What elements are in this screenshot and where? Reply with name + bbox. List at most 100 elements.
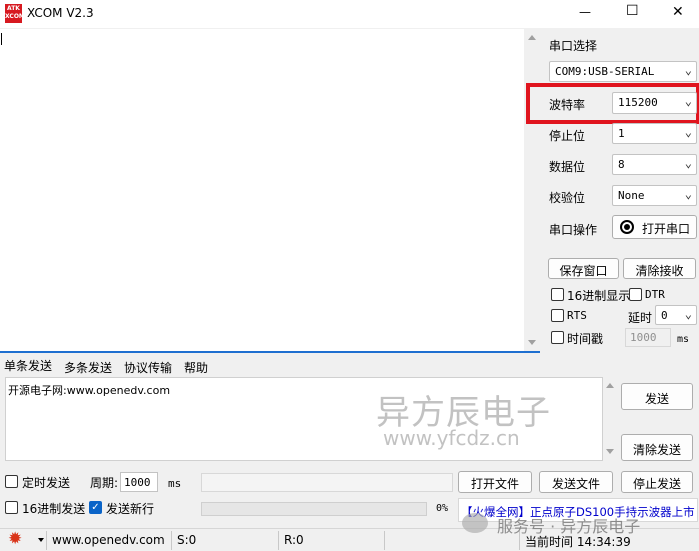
delay-value: 0	[661, 309, 668, 322]
chevron-down-icon: ⌄	[684, 125, 692, 139]
chevron-down-icon: ⌄	[684, 156, 692, 170]
app-logo: ATK XCOM	[5, 4, 25, 23]
clear-receive-button[interactable]: 清除接收	[623, 258, 696, 279]
port-select-label: 串口选择	[549, 39, 598, 53]
baud-rate-value: 115200	[618, 96, 658, 109]
title-bar: ATK XCOM XCOM V2.3 — ☐ ✕	[0, 0, 699, 28]
port-select[interactable]: COM9:USB-SERIAL ⌄	[549, 61, 697, 82]
open-port-button[interactable]: 打开串口	[612, 215, 697, 239]
scroll-up-icon[interactable]	[606, 383, 614, 388]
receive-scrollbar[interactable]	[524, 29, 540, 351]
timed-send-label: 定时发送	[22, 476, 71, 490]
save-window-label: 保存窗口	[559, 264, 608, 278]
timestamp-unit: ms	[677, 334, 690, 345]
send-text: 开源电子网:www.openedv.com	[8, 384, 171, 397]
port-select-value: COM9:USB-SERIAL	[555, 65, 655, 78]
status-divider	[384, 531, 385, 550]
parity-value: None	[618, 189, 645, 202]
dtr-label: DTR	[645, 288, 665, 301]
scroll-down-icon[interactable]	[528, 340, 536, 345]
baud-rate-select[interactable]: 115200 ⌄	[612, 92, 697, 114]
tab-multi-send[interactable]: 多条发送	[64, 359, 112, 376]
chevron-down-icon: ⌄	[684, 63, 692, 77]
baud-rate-label: 波特率	[549, 98, 586, 112]
open-file-label: 打开文件	[470, 477, 519, 491]
stop-bit-value: 1	[618, 127, 625, 140]
gear-icon[interactable]: ✹	[8, 530, 22, 548]
send-scrollbar[interactable]	[603, 377, 616, 461]
timestamp-value: 1000	[630, 331, 657, 344]
send-button[interactable]: 发送	[621, 383, 693, 410]
period-label: 周期:	[90, 476, 119, 490]
send-label: 发送	[644, 392, 669, 406]
progress-percent: 0%	[436, 503, 449, 514]
save-window-button[interactable]: 保存窗口	[548, 258, 619, 279]
watermark-service: 服务号 · 异方辰电子	[497, 517, 641, 536]
status-divider	[171, 531, 172, 550]
minimize-button[interactable]: —	[579, 5, 591, 19]
hex-send-label: 16进制发送	[22, 502, 86, 516]
receive-textarea[interactable]	[0, 29, 524, 351]
status-url[interactable]: www.openedv.com	[52, 533, 165, 547]
tab-help[interactable]: 帮助	[184, 359, 208, 376]
newline-checkbox[interactable]: ✓	[89, 501, 102, 514]
stop-send-label: 停止发送	[632, 477, 681, 491]
clear-receive-label: 清除接收	[635, 264, 684, 278]
data-bit-select[interactable]: 8 ⌄	[612, 154, 697, 175]
newline-label: 发送新行	[106, 502, 155, 516]
period-value: 1000	[124, 476, 151, 489]
send-file-label: 发送文件	[551, 477, 600, 491]
delay-label: 延时	[628, 311, 653, 325]
received-count: R:0	[284, 533, 304, 547]
tab-single-send[interactable]: 单条发送	[4, 357, 52, 374]
tab-divider-line	[0, 351, 540, 353]
send-file-button[interactable]: 发送文件	[539, 471, 613, 493]
data-bit-value: 8	[618, 158, 625, 171]
timestamp-label: 时间戳	[567, 332, 604, 346]
chevron-down-icon: ⌄	[684, 94, 692, 108]
open-port-label: 打开串口	[642, 222, 691, 236]
logo-top-text: ATK	[7, 5, 20, 12]
wechat-icon	[462, 513, 488, 533]
scroll-down-icon[interactable]	[606, 449, 614, 454]
dropdown-arrow-icon[interactable]	[38, 538, 44, 542]
stop-send-button[interactable]: 停止发送	[621, 471, 693, 493]
timestamp-checkbox[interactable]	[551, 331, 564, 344]
text-cursor	[1, 33, 2, 45]
rts-label: RTS	[567, 309, 587, 322]
delay-select[interactable]: 0 ⌄	[655, 305, 697, 325]
timestamp-input[interactable]: 1000	[625, 328, 671, 347]
parity-select[interactable]: None ⌄	[612, 185, 697, 206]
maximize-button[interactable]: ☐	[626, 3, 639, 19]
scroll-up-icon[interactable]	[528, 35, 536, 40]
hex-display-checkbox[interactable]	[551, 288, 564, 301]
dtr-checkbox[interactable]	[629, 288, 642, 301]
send-progress-bar	[201, 502, 427, 516]
port-operation-label: 串口操作	[549, 223, 598, 237]
clear-send-button[interactable]: 清除发送	[621, 434, 693, 461]
hex-display-label: 16进制显示	[567, 289, 631, 303]
stop-bit-label: 停止位	[549, 129, 586, 143]
timed-send-checkbox[interactable]	[5, 475, 18, 488]
status-divider	[46, 531, 47, 550]
tab-protocol[interactable]: 协议传输	[124, 359, 172, 376]
period-input[interactable]: 1000	[120, 472, 158, 492]
close-button[interactable]: ✕	[672, 4, 684, 20]
open-file-button[interactable]: 打开文件	[458, 471, 532, 493]
record-icon	[620, 220, 634, 234]
hex-send-checkbox[interactable]	[5, 501, 18, 514]
watermark-url: www.yfcdz.cn	[383, 426, 520, 450]
logo-bottom-text: XCOM	[5, 13, 25, 20]
window-title: XCOM V2.3	[27, 6, 94, 20]
status-divider	[278, 531, 279, 550]
data-bit-label: 数据位	[549, 160, 586, 174]
file-path-field[interactable]	[201, 473, 453, 492]
stop-bit-select[interactable]: 1 ⌄	[612, 123, 697, 144]
rts-checkbox[interactable]	[551, 309, 564, 322]
chevron-down-icon: ⌄	[684, 307, 692, 321]
period-unit: ms	[168, 477, 182, 490]
sent-count: S:0	[177, 533, 197, 547]
parity-label: 校验位	[549, 191, 586, 205]
clear-send-label: 清除发送	[632, 443, 681, 457]
chevron-down-icon: ⌄	[684, 187, 692, 201]
